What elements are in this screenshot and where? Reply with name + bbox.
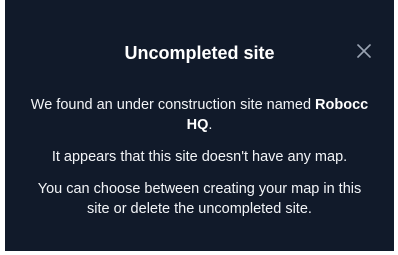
dialog-title: Uncompleted site (124, 43, 275, 63)
close-icon (357, 43, 371, 63)
uncompleted-site-dialog: Uncompleted site We found an under const… (5, 0, 394, 251)
site-found-text: We found an under construction site name… (30, 97, 316, 113)
site-found-message: We found an under construction site name… (29, 95, 370, 135)
no-map-message: It appears that this site doesn't have a… (51, 149, 348, 165)
site-found-period: . (208, 117, 213, 133)
dialog-body: We found an under construction site name… (29, 95, 370, 219)
choice-message: You can choose between creating your map… (37, 181, 362, 217)
close-button[interactable] (353, 42, 375, 64)
